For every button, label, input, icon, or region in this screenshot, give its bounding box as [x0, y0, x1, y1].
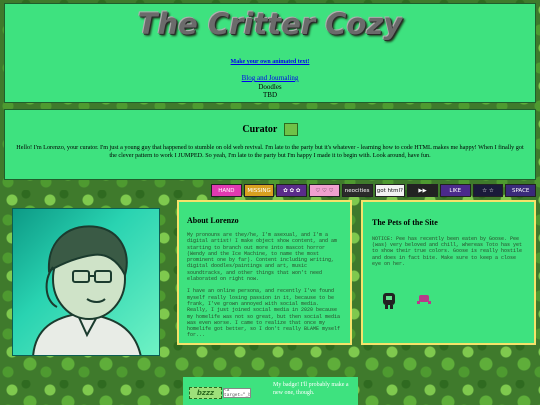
curator-avatar [12, 208, 160, 356]
curator-title: Curator [242, 123, 278, 135]
site-badge[interactable]: bzzz [189, 387, 222, 399]
site-button[interactable]: SPACE [505, 184, 537, 197]
site-nav: Blog and Journaling Doodles TBD [5, 74, 535, 100]
site-button[interactable]: got html? [374, 184, 406, 197]
animated-text-link[interactable]: Make your own animated text! [5, 59, 535, 65]
about-paragraph: I have an online persona, and recently I… [187, 288, 341, 339]
curator-intro: Hello! I'm Lorenzo, your curator. I'm ju… [16, 144, 524, 159]
about-title: About Lorenzo [187, 216, 239, 225]
button-wall: HAND MISSING ✿ ✿ ✿ ♡ ♡ ♡ neocities got h… [211, 184, 537, 197]
site-logo: The Critter Cozy [137, 7, 403, 41]
nav-item-doodles: Doodles [258, 82, 282, 91]
badge-code-box[interactable]: <a target="_blan [223, 388, 251, 398]
about-scroll-area[interactable]: My pronouns are they/he, I'm asexual, an… [187, 232, 342, 344]
badge-panel: bzzz <a target="_blan My badge! I'll pro… [183, 377, 358, 405]
site-button[interactable]: ☆ ☆ [472, 184, 504, 197]
header-panel: The Critter Cozy Make your own animated … [4, 3, 536, 103]
pet-creature-icon[interactable] [383, 293, 395, 309]
curator-panel: Curator Hello! I'm Lorenzo, your curator… [4, 109, 536, 180]
site-button[interactable]: LIKE [439, 184, 471, 197]
about-paragraph: My pronouns are they/he, I'm asexual, an… [187, 232, 338, 283]
site-button[interactable]: ✿ ✿ ✿ [276, 184, 308, 197]
site-button[interactable]: MISSING [243, 184, 275, 197]
site-button[interactable]: HAND [211, 184, 242, 197]
pets-title: The Pets of the Site [372, 218, 438, 227]
pets-notice: NOTICE: Pee has recently been eaten by G… [372, 236, 523, 267]
nav-link-blog[interactable]: Blog and Journaling [242, 74, 299, 82]
nav-item-tbd: TBD [263, 91, 277, 99]
about-panel: About Lorenzo My pronouns are they/he, I… [177, 200, 352, 345]
site-button[interactable]: neocities [341, 184, 373, 197]
site-button[interactable]: ♡ ♡ ♡ [309, 184, 340, 197]
pet-sprites [383, 290, 443, 315]
pets-panel: The Pets of the Site NOTICE: Pee has rec… [361, 200, 536, 345]
critter-icon [283, 123, 298, 136]
avatar-illustration [32, 225, 142, 355]
pet-bug-icon[interactable] [417, 295, 431, 304]
site-button[interactable]: ▶▶ [407, 184, 438, 197]
badge-caption: My badge! I'll probably make a new one, … [273, 382, 349, 396]
curator-heading: Curator [5, 123, 535, 136]
